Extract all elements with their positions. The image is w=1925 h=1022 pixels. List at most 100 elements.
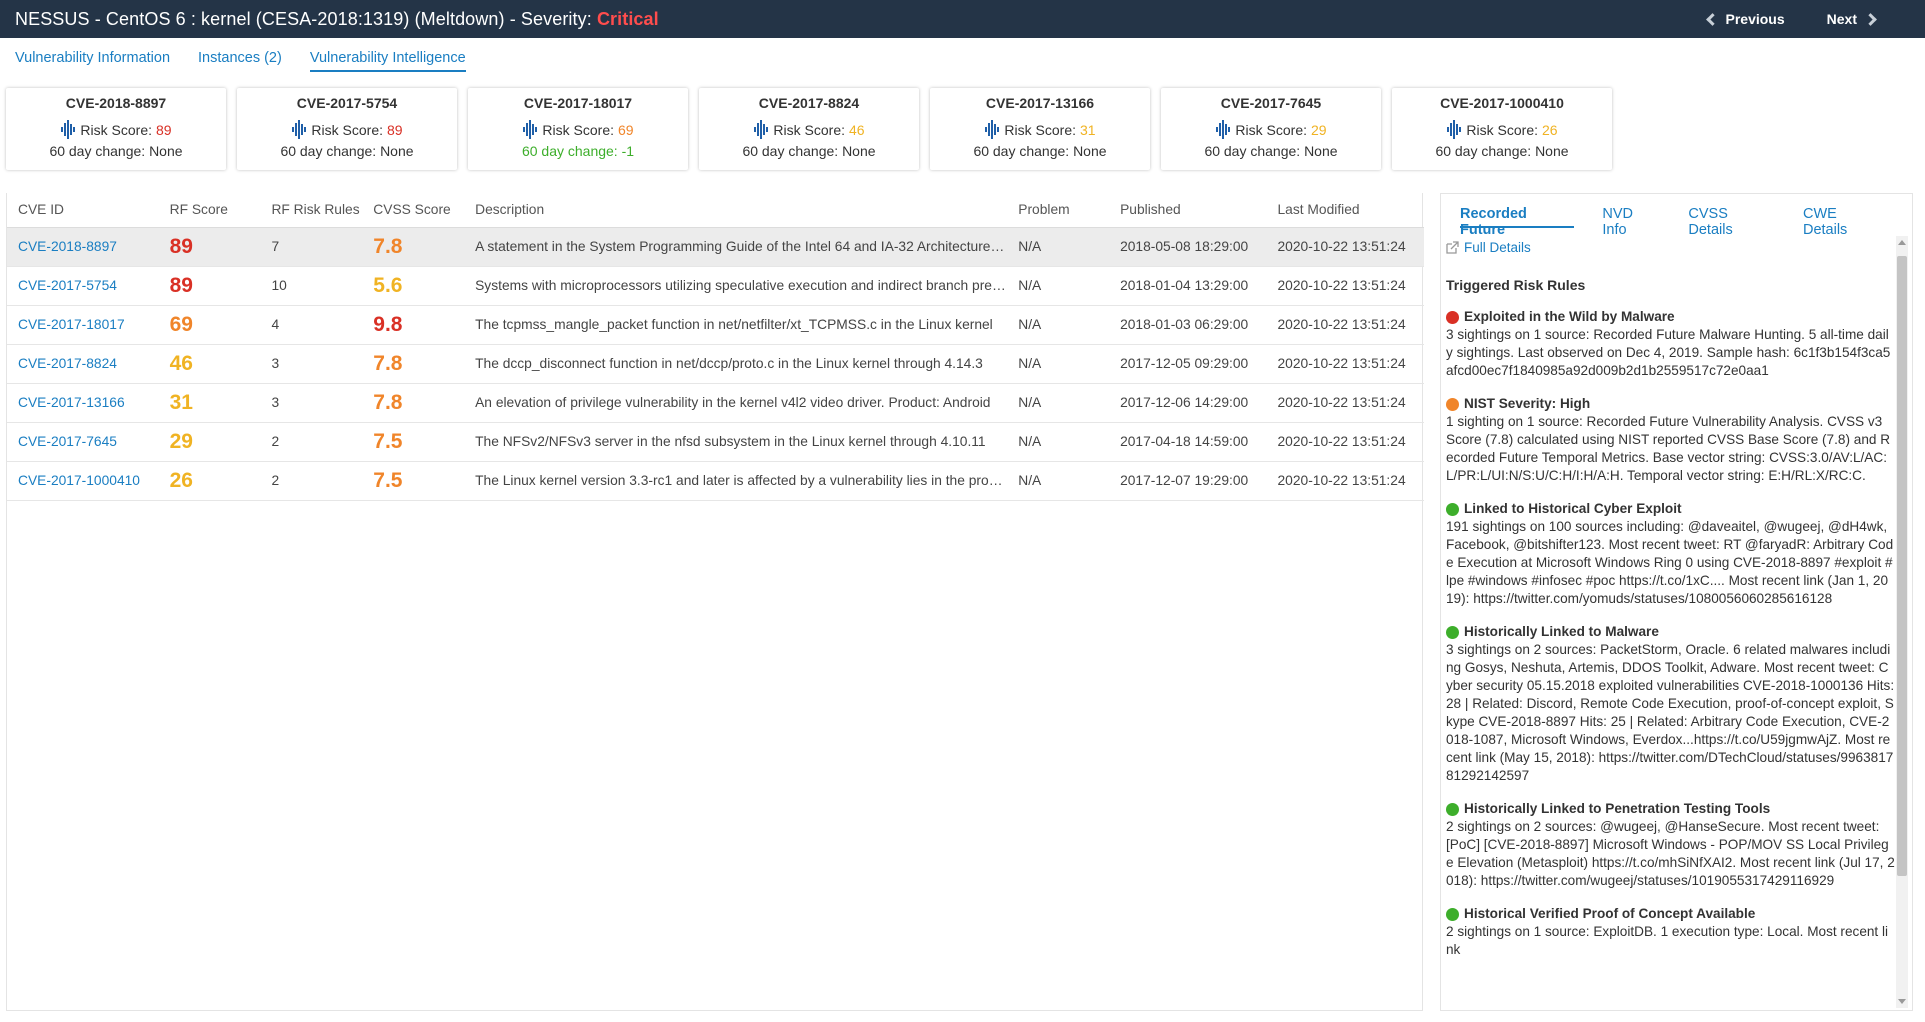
cvss-score: 7.8 xyxy=(362,344,465,384)
cve-card[interactable]: CVE-2017-8824 Risk Score: 46 60 day change:… xyxy=(699,88,919,170)
severity-badge: Critical xyxy=(596,8,659,29)
column-header[interactable]: Description xyxy=(464,193,1008,228)
recorded-future-icon xyxy=(1447,120,1462,139)
table-row[interactable]: CVE-2018-8897 89 7 7.8 A statement in the Sy… xyxy=(7,227,1424,267)
cve-id-link[interactable]: CVE-2017-1000410 xyxy=(7,461,159,501)
column-header[interactable]: Problem xyxy=(1007,193,1110,228)
full-details-link[interactable]: Full Details xyxy=(1446,240,1895,255)
scroll-up-icon[interactable] xyxy=(1898,240,1906,245)
card-cve-id: CVE-2017-18017 xyxy=(523,95,633,111)
card-risk-score: Risk Score: 31 xyxy=(930,120,1150,139)
card-risk-score: Risk Score: 89 xyxy=(6,120,226,139)
risk-rule: Historically Linked to Malware 3 sighting… xyxy=(1446,623,1895,785)
cve-id-link[interactable]: CVE-2017-18017 xyxy=(7,305,159,345)
status-dot-icon xyxy=(1446,502,1459,516)
problem: N/A xyxy=(1007,344,1110,384)
cve-card[interactable]: CVE-2017-18017 Risk Score: 69 60 day change… xyxy=(468,88,688,170)
rf-risk-rules: 2 xyxy=(260,461,363,501)
published-date: 2018-01-03 06:29:00 xyxy=(1109,305,1267,345)
cve-id-link[interactable]: CVE-2017-7645 xyxy=(7,422,159,462)
cve-card[interactable]: CVE-2017-7645 Risk Score: 29 60 day change:… xyxy=(1161,88,1381,170)
published-date: 2018-01-04 13:29:00 xyxy=(1109,266,1267,306)
record-navigation: Previous Next xyxy=(1705,0,1877,38)
column-header[interactable]: CVE ID xyxy=(7,193,159,228)
description: An elevation of privilege vulnerability … xyxy=(464,383,1008,423)
recorded-future-icon xyxy=(754,120,769,139)
scrollbar-thumb[interactable] xyxy=(1897,256,1907,876)
cve-id-link[interactable]: CVE-2017-13166 xyxy=(7,383,159,423)
tab-vulnerability-information[interactable]: Vulnerability Information xyxy=(15,50,170,72)
card-cve-id: CVE-2017-7645 xyxy=(1220,95,1322,111)
table-row[interactable]: CVE-2017-7645 29 2 7.5 The NFSv2/NFSv3 serve… xyxy=(7,422,1424,462)
card-60-day-change: 60 day change: None xyxy=(742,143,876,159)
card-60-day-change: 60 day change: None xyxy=(1204,143,1338,159)
cve-card[interactable]: CVE-2017-5754 Risk Score: 89 60 day change:… xyxy=(237,88,457,170)
risk-rule: Exploited in the Wild by Malware 3 sighti… xyxy=(1446,308,1895,380)
recorded-future-icon xyxy=(1216,120,1231,139)
risk-score-label: Risk Score: xyxy=(542,121,614,138)
status-dot-icon xyxy=(1446,397,1459,411)
table-header-row: CVE ID RF Score RF Risk Rules CVSS Score Des… xyxy=(7,193,1424,228)
table-row[interactable]: CVE-2017-18017 69 4 9.8 The tcpmss_mangle_pa… xyxy=(7,305,1424,345)
table-row[interactable]: CVE-2017-1000410 26 2 7.5 The Linux kernel v… xyxy=(7,461,1424,501)
card-cve-id: CVE-2017-8824 xyxy=(758,95,860,111)
column-header[interactable]: RF Risk Rules xyxy=(260,193,363,228)
previous-button[interactable]: Previous xyxy=(1705,11,1785,27)
table-row[interactable]: CVE-2017-8824 46 3 7.8 The dccp_disconnect f… xyxy=(7,344,1424,384)
last-modified-date: 2020-10-22 13:51:24 xyxy=(1266,422,1424,462)
tab-vulnerability-intelligence[interactable]: Vulnerability Intelligence xyxy=(309,50,466,72)
cve-card[interactable]: CVE-2017-13166 Risk Score: 31 60 day change… xyxy=(930,88,1150,170)
next-button[interactable]: Next xyxy=(1826,11,1877,27)
last-modified-date: 2020-10-22 13:51:24 xyxy=(1266,305,1424,345)
column-header[interactable]: Published xyxy=(1109,193,1267,228)
problem: N/A xyxy=(1007,422,1110,462)
column-header[interactable]: Last Modified xyxy=(1266,193,1424,228)
external-link-icon xyxy=(1446,241,1459,254)
cve-card[interactable]: CVE-2018-8897 Risk Score: 89 60 day change:… xyxy=(6,88,226,170)
rf-score: 89 xyxy=(158,266,261,306)
cve-card[interactable]: CVE-2017-1000410 Risk Score: 26 60 day chan… xyxy=(1392,88,1612,170)
risk-rule-title: Historically Linked to Penetration Testi… xyxy=(1464,801,1771,816)
risk-rule: Historical Verified Proof of Concept Ava… xyxy=(1446,905,1895,959)
risk-score-value: 89 xyxy=(156,121,172,138)
chevron-right-icon xyxy=(1864,12,1877,26)
column-header[interactable]: CVSS Score xyxy=(362,193,465,228)
table-row[interactable]: CVE-2017-13166 31 3 7.8 An elevation of priv… xyxy=(7,383,1424,423)
card-risk-score: Risk Score: 29 xyxy=(1161,120,1381,139)
risk-score-label: Risk Score: xyxy=(311,121,383,138)
status-dot-icon xyxy=(1446,802,1459,816)
detail-scrollbar[interactable] xyxy=(1896,236,1908,1008)
card-risk-score: Risk Score: 69 xyxy=(468,120,688,139)
risk-rule-title: Linked to Historical Cyber Exploit xyxy=(1464,501,1682,516)
published-date: 2017-12-07 19:29:00 xyxy=(1109,461,1267,501)
scroll-down-icon[interactable] xyxy=(1898,999,1906,1004)
risk-rules-list: Exploited in the Wild by Malware 3 sighti… xyxy=(1446,308,1895,959)
risk-rule-name: Linked to Historical Cyber Exploit xyxy=(1446,500,1895,518)
risk-rule: Linked to Historical Cyber Exploit 191 si… xyxy=(1446,500,1895,608)
tab-cwe-details[interactable]: CWE Details xyxy=(1803,206,1884,238)
published-date: 2017-12-05 09:29:00 xyxy=(1109,344,1267,384)
next-label: Next xyxy=(1826,11,1857,27)
risk-rule-title: Historical Verified Proof of Concept Ava… xyxy=(1464,906,1756,921)
tab-cvss-details[interactable]: CVSS Details xyxy=(1688,206,1775,238)
detail-scroll-area: Full Details Triggered Risk Rules Exploi… xyxy=(1441,236,1895,1010)
tab-nvd-info[interactable]: NVD Info xyxy=(1602,206,1660,238)
cve-summary-cards: CVE-2018-8897 Risk Score: 89 60 day change:… xyxy=(6,88,1623,170)
rf-score: 89 xyxy=(158,227,261,267)
card-cve-id: CVE-2018-8897 xyxy=(65,95,167,111)
problem: N/A xyxy=(1007,266,1110,306)
column-header[interactable]: RF Score xyxy=(158,193,261,228)
cve-id-link[interactable]: CVE-2017-5754 xyxy=(7,266,159,306)
rf-score: 31 xyxy=(158,383,261,423)
card-cve-id: CVE-2017-13166 xyxy=(985,95,1095,111)
table-row[interactable]: CVE-2017-5754 89 10 5.6 Systems with micropr… xyxy=(7,266,1424,306)
tab-recorded-future[interactable]: Recorded Future xyxy=(1460,206,1575,238)
published-date: 2018-05-08 18:29:00 xyxy=(1109,227,1267,267)
cve-id-link[interactable]: CVE-2018-8897 xyxy=(7,227,159,267)
tab-instances[interactable]: Instances (2) xyxy=(198,50,282,72)
description: The tcpmss_mangle_packet function in net… xyxy=(464,305,1008,345)
published-date: 2017-12-06 14:29:00 xyxy=(1109,383,1267,423)
risk-rule-title: Historically Linked to Malware xyxy=(1464,624,1659,639)
risk-score-value: 26 xyxy=(1542,121,1558,138)
cve-id-link[interactable]: CVE-2017-8824 xyxy=(7,344,159,384)
